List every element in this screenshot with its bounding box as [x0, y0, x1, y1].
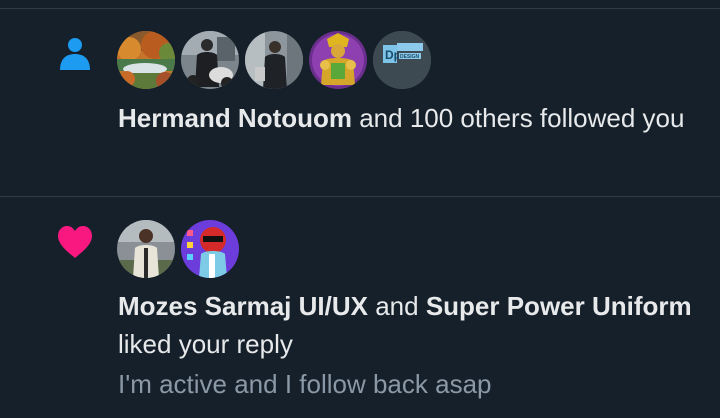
logo-text: DESIGN	[400, 54, 420, 60]
like-message: liked your reply	[118, 329, 293, 359]
avatar-motorcycle-rider[interactable]	[181, 31, 239, 89]
like-notification[interactable]: Mozes Sarmaj UI/UX and Super Power Unifo…	[0, 197, 720, 418]
avatar-autumn-landscape[interactable]	[117, 31, 175, 89]
person-icon	[56, 34, 94, 72]
avatar-gold-character[interactable]	[309, 31, 367, 89]
like-notification-text: Mozes Sarmaj UI/UX and Super Power Unifo…	[118, 287, 708, 363]
follow-notification-text: Hermand Notouom and 100 others followed …	[118, 99, 708, 137]
avatar-red-character[interactable]	[181, 220, 239, 278]
avatar-design-logo[interactable]: Dp DESIGN	[373, 31, 431, 89]
heart-icon	[56, 223, 94, 261]
actor-name[interactable]: Hermand Notouom	[118, 103, 352, 133]
avatar-man-suit[interactable]	[245, 31, 303, 89]
avatar-man-jacket[interactable]	[117, 220, 175, 278]
liker-avatars	[117, 220, 239, 278]
actor-name-1[interactable]: Mozes Sarmaj UI/UX	[118, 291, 368, 321]
follow-notification[interactable]: Dp DESIGN Hermand Notouom and 100 others…	[0, 9, 720, 195]
joiner-text: and	[367, 291, 426, 321]
actor-name-2[interactable]: Super Power Uniform	[426, 291, 692, 321]
follower-avatars: Dp DESIGN	[117, 31, 431, 89]
follow-message: and 100 others followed you	[352, 103, 685, 133]
reply-preview[interactable]: I'm active and I follow back asap	[118, 365, 491, 403]
